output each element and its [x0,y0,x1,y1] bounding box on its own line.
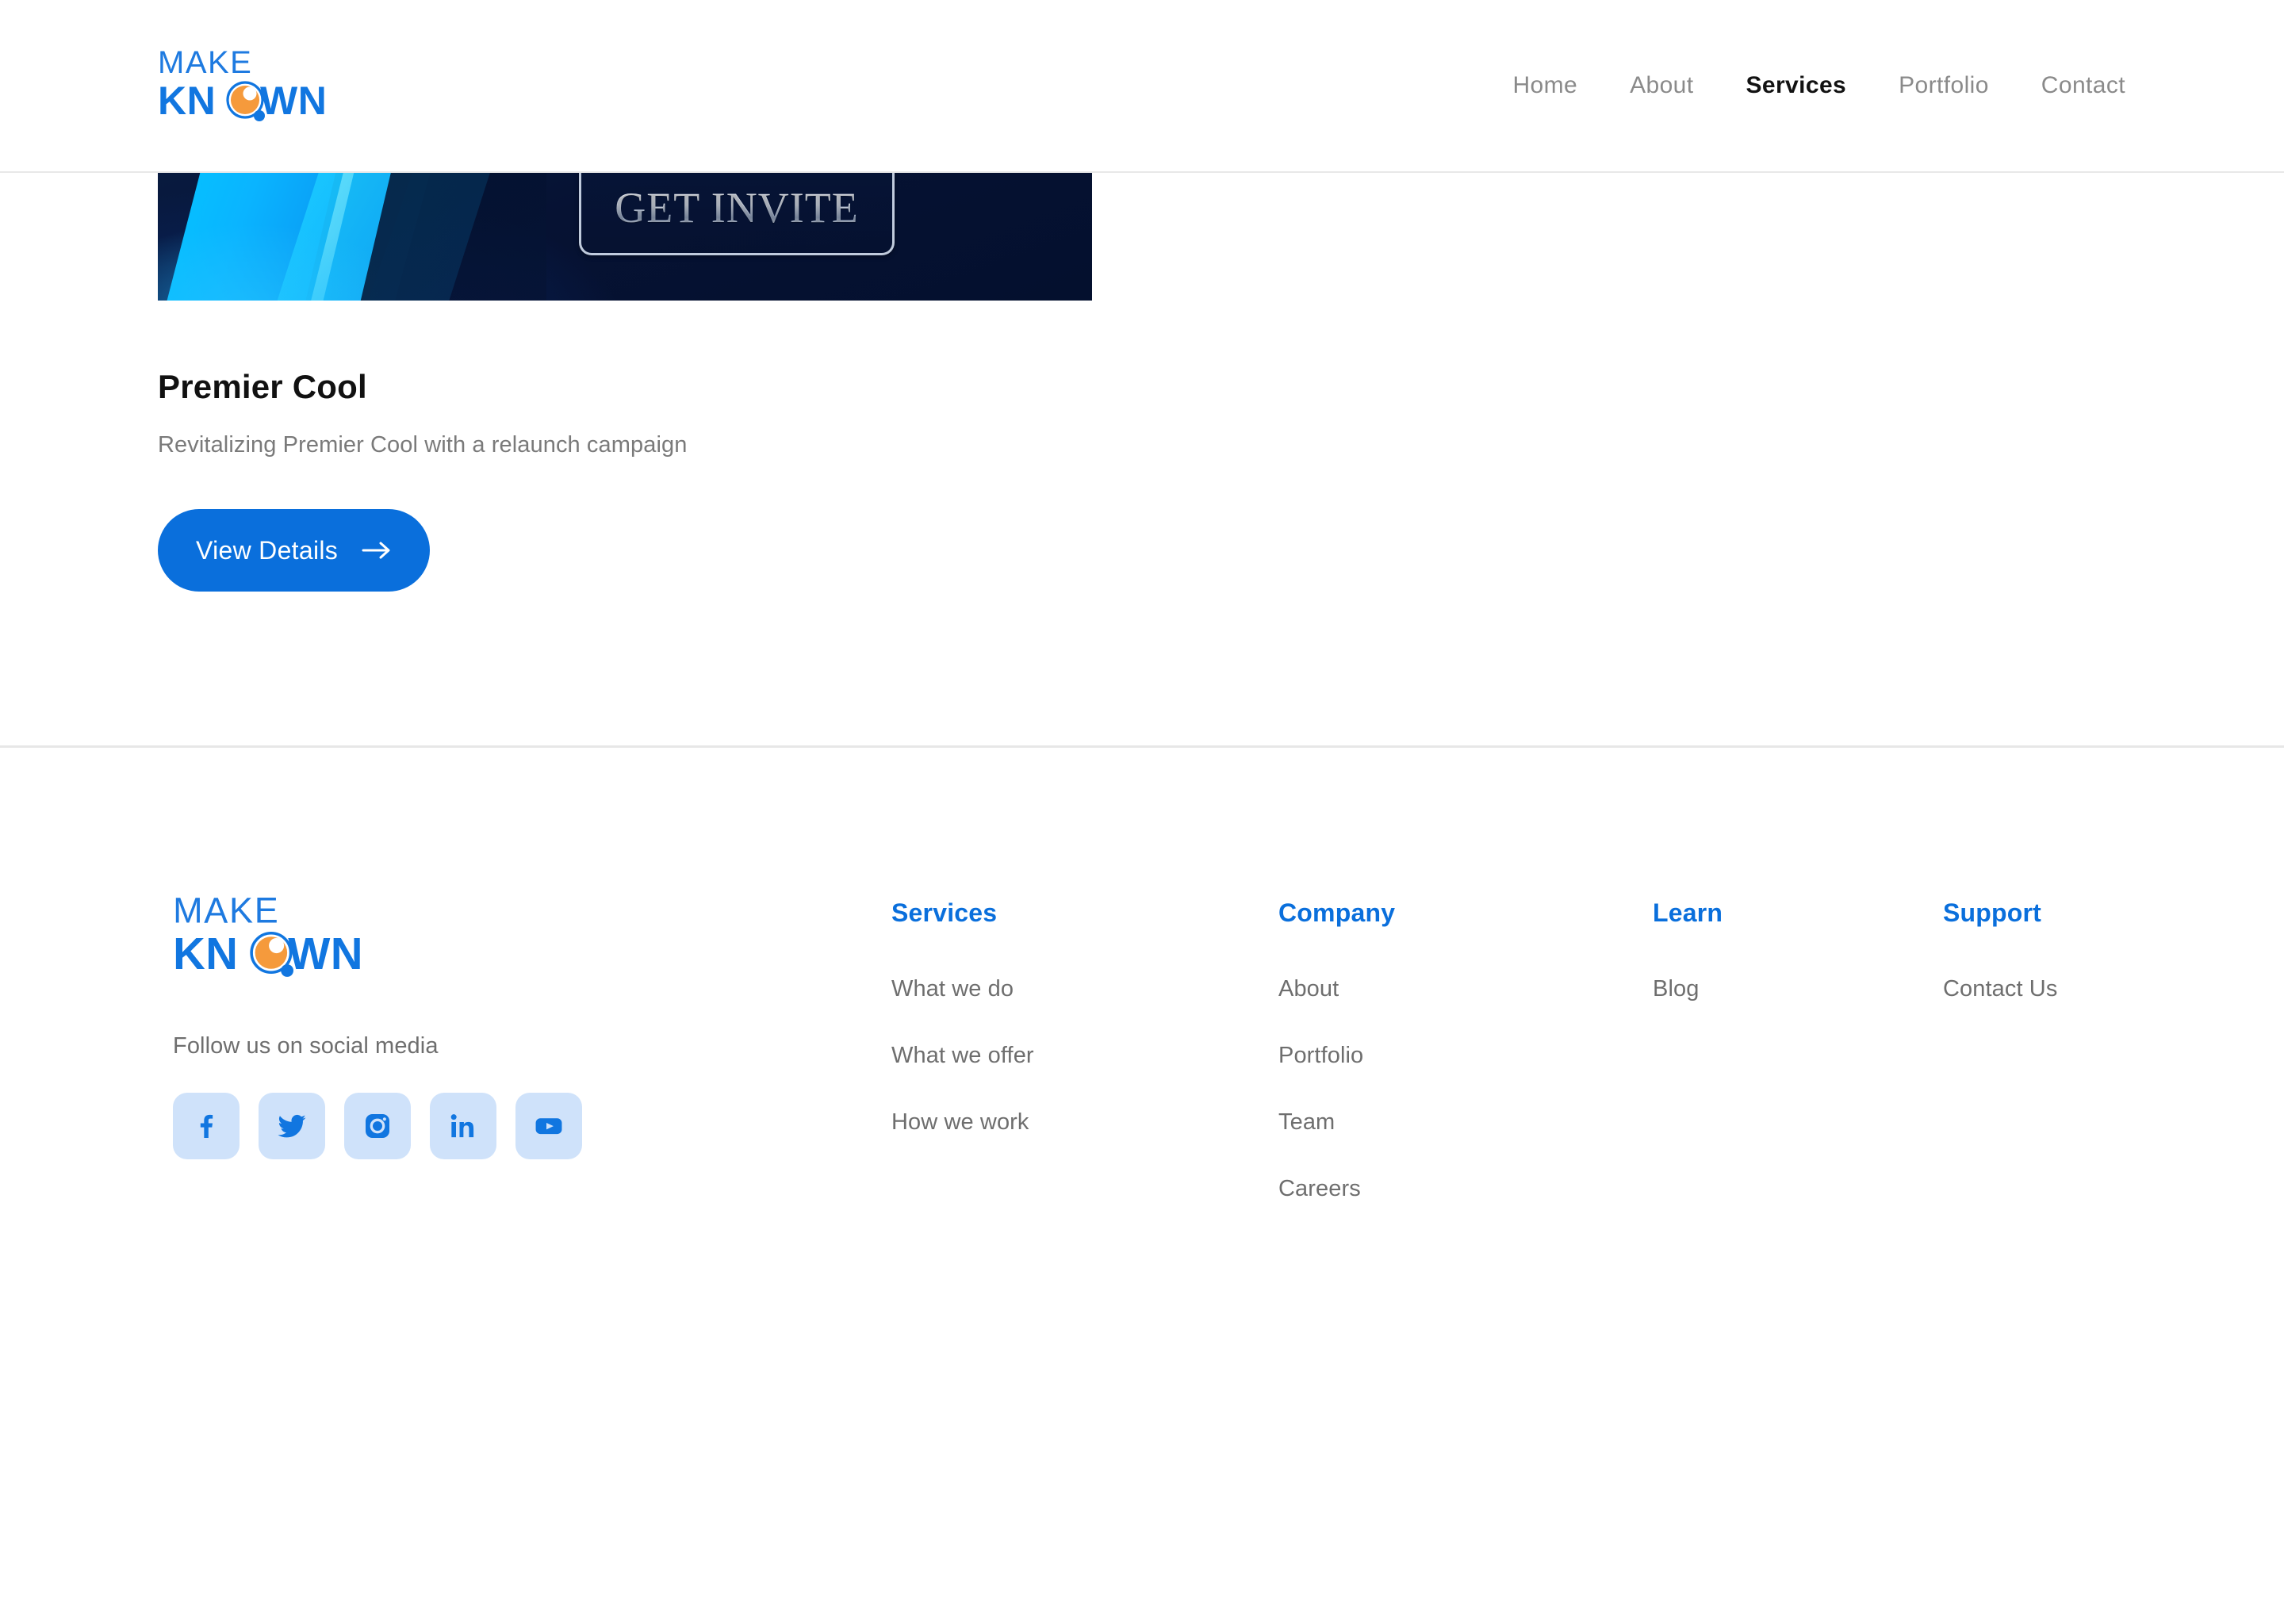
footer-link-contact-us[interactable]: Contact Us [1943,976,2057,1002]
footer-top: MAKE KN WN Follow us on social media Ser… [173,892,2125,1243]
list-item: What we do [891,976,1278,1002]
nav-item-home[interactable]: Home [1486,72,1604,99]
svg-text:KN: KN [173,929,238,978]
get-invite-frame: GET INVITE [579,173,895,255]
footer-column-company: Company About Portfolio Team Careers [1278,898,1653,1243]
footer-column-services: Services What we do What we offer How we… [891,898,1278,1243]
footer-logo[interactable]: MAKE KN WN [173,892,385,978]
nav-item-portfolio[interactable]: Portfolio [1872,72,2015,99]
list-item: What we offer [891,1043,1278,1069]
footer-column-support: Support Contact Us [1943,898,2181,1243]
project-description: Revitalizing Premier Cool with a relaunc… [158,432,688,458]
twitter-icon [275,1109,308,1143]
svg-text:WN: WN [288,929,363,978]
footer-link-blog[interactable]: Blog [1653,976,1699,1002]
nav-item-about[interactable]: About [1604,72,1719,99]
footer-column-heading: Company [1278,898,1396,927]
social-link-twitter[interactable] [259,1093,325,1159]
footer-column-learn: Learn Blog [1653,898,1943,1243]
list-item: Careers [1278,1176,1653,1202]
footer-column-heading: Learn [1653,898,1723,927]
list-item: How we work [891,1109,1278,1136]
make-known-logo-icon: MAKE KN WN [173,892,363,978]
footer-column-list: Blog [1653,976,1943,1002]
project-title: Premier Cool [158,368,367,405]
footer-link-what-we-offer[interactable]: What we offer [891,1043,1034,1068]
footer-column-list: About Portfolio Team Careers [1278,976,1653,1202]
instagram-icon [362,1110,393,1142]
nav-item-contact[interactable]: Contact [2015,72,2125,99]
social-link-facebook[interactable] [173,1093,240,1159]
svg-text:MAKE: MAKE [158,46,252,80]
linkedin-icon [447,1110,479,1142]
project-banner-image: GET INVITE [158,173,1092,301]
main-content: GET INVITE Premier Cool Revitalizing Pre… [0,173,2284,745]
facebook-icon [190,1110,222,1142]
social-links [173,1093,891,1159]
footer-column-heading: Support [1943,898,2042,927]
view-details-button[interactable]: View Details [158,509,431,592]
social-link-instagram[interactable] [344,1093,411,1159]
nav-item-services[interactable]: Services [1719,72,1872,99]
site-footer: MAKE KN WN Follow us on social media Ser… [0,748,2284,1624]
list-item: About [1278,976,1653,1002]
youtube-icon [532,1109,565,1143]
footer-brand: MAKE KN WN Follow us on social media [173,892,891,1159]
footer-link-about[interactable]: About [1278,976,1339,1002]
get-invite-label: GET INVITE [615,184,859,232]
footer-link-what-we-do[interactable]: What we do [891,976,1014,1002]
svg-text:KN: KN [158,79,216,122]
header-logo[interactable]: MAKE KN WN [158,46,347,122]
site-header: MAKE KN WN Home About Services Portfolio… [0,0,2284,173]
list-item: Portfolio [1278,1043,1653,1069]
make-known-logo-icon: MAKE KN WN [158,46,327,122]
list-item: Blog [1653,976,1943,1002]
footer-link-team[interactable]: Team [1278,1109,1335,1135]
social-link-linkedin[interactable] [430,1093,496,1159]
view-details-label: View Details [196,535,339,565]
arrow-right-icon [362,540,392,561]
main-nav: Home About Services Portfolio Contact [1486,72,2125,99]
follow-us-label: Follow us on social media [173,1033,439,1059]
footer-link-how-we-work[interactable]: How we work [891,1109,1029,1135]
svg-text:MAKE: MAKE [173,892,279,930]
list-item: Contact Us [1943,976,2181,1002]
footer-column-list: What we do What we offer How we work [891,976,1278,1136]
svg-text:WN: WN [260,79,327,122]
social-link-youtube[interactable] [515,1093,582,1159]
list-item: Team [1278,1109,1653,1136]
footer-column-list: Contact Us [1943,976,2181,1002]
footer-link-careers[interactable]: Careers [1278,1176,1361,1201]
footer-column-heading: Services [891,898,998,927]
footer-link-columns: Services What we do What we offer How we… [891,892,2181,1243]
footer-link-portfolio[interactable]: Portfolio [1278,1043,1363,1068]
project-card: GET INVITE Premier Cool Revitalizing Pre… [158,173,1092,592]
